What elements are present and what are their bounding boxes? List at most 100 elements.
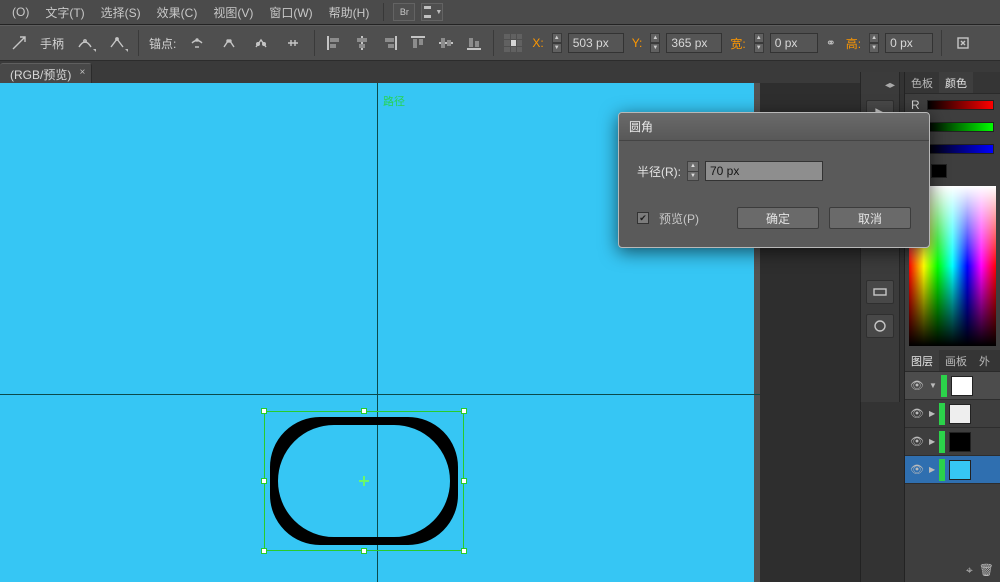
- trash-icon[interactable]: 🗑: [979, 563, 994, 578]
- layer-thumbnail: [949, 432, 971, 452]
- handle-top-left[interactable]: [261, 408, 267, 414]
- expand-arrows-icon: ◂▸: [885, 80, 895, 90]
- y-stepper[interactable]: ▲▼: [650, 33, 660, 53]
- radius-stepper[interactable]: ▲▼: [687, 161, 699, 181]
- handle-top-mid[interactable]: [361, 408, 367, 414]
- g-slider[interactable]: [927, 122, 994, 132]
- cancel-button[interactable]: 取消: [829, 207, 911, 229]
- link-wh-icon[interactable]: ⚭: [824, 34, 838, 52]
- align-bottom-icon[interactable]: [463, 33, 485, 53]
- layer-thumbnail: [949, 404, 971, 424]
- artboards-tab[interactable]: 画板: [939, 350, 973, 371]
- preview-checkbox[interactable]: ✔: [637, 212, 649, 224]
- handle-bottom-right[interactable]: [461, 548, 467, 554]
- dialog-titlebar[interactable]: 圆角: [619, 113, 929, 141]
- menu-select[interactable]: 选择(S): [93, 1, 149, 24]
- selected-shape[interactable]: [264, 411, 464, 551]
- dock-gradient-panel-icon[interactable]: [866, 280, 894, 304]
- b-slider[interactable]: [927, 144, 994, 154]
- height-field[interactable]: 0 px: [885, 33, 933, 53]
- x-stepper[interactable]: ▲▼: [552, 33, 562, 53]
- menu-window[interactable]: 窗口(W): [261, 1, 320, 24]
- align-hcenter-icon[interactable]: [351, 33, 373, 53]
- x-field[interactable]: 503 px: [568, 33, 624, 53]
- isolate-icon[interactable]: [950, 32, 976, 54]
- handle-mode-b[interactable]: [104, 32, 130, 54]
- menu-help[interactable]: 帮助(H): [321, 1, 378, 24]
- layer-row-2[interactable]: 👁 ▶: [905, 400, 1000, 428]
- h-stepper[interactable]: ▲▼: [869, 33, 879, 53]
- layer-footer-icons: ⌖ 🗑: [966, 563, 994, 578]
- align-top-icon[interactable]: [407, 33, 429, 53]
- align-right-icon[interactable]: [379, 33, 401, 53]
- handle-mode-a[interactable]: [72, 32, 98, 54]
- layer-row-4[interactable]: 👁 ▶: [905, 456, 1000, 484]
- visibility-toggle-icon[interactable]: 👁: [909, 434, 925, 450]
- menu-object[interactable]: (O): [4, 2, 37, 22]
- dialog-title-label: 圆角: [629, 118, 653, 135]
- menu-effect[interactable]: 效果(C): [149, 1, 206, 24]
- y-field[interactable]: 365 px: [666, 33, 722, 53]
- dock-expand-toggle[interactable]: ◂▸: [861, 80, 899, 90]
- handle-bottom-left[interactable]: [261, 548, 267, 554]
- layer-row-3[interactable]: 👁 ▶: [905, 428, 1000, 456]
- expand-layer-icon[interactable]: ▶: [929, 409, 935, 418]
- round-corners-dialog: 圆角 半径(R): ▲▼ 70 px ✔ 预览(P) 确定 取消: [618, 112, 930, 248]
- swatch-black[interactable]: [931, 164, 947, 178]
- menu-type[interactable]: 文字(T): [37, 1, 92, 24]
- document-tab[interactable]: (RGB/预览) ×: [0, 63, 92, 83]
- bridge-label: Br: [400, 7, 409, 17]
- visibility-toggle-icon[interactable]: 👁: [909, 378, 925, 394]
- anchor-join-icon[interactable]: [280, 32, 306, 54]
- align-left-icon[interactable]: [323, 33, 345, 53]
- layers-panel-tabs: 图层 画板 外: [905, 350, 1000, 372]
- layer-color-chip: [939, 403, 945, 425]
- expand-layer-icon[interactable]: ▼: [929, 381, 937, 390]
- anchor-cut-icon[interactable]: [248, 32, 274, 54]
- guide-horizontal[interactable]: [0, 394, 760, 395]
- y-label: Y:: [632, 36, 643, 50]
- close-tab-icon[interactable]: ×: [80, 67, 86, 78]
- document-tab-label: (RGB/预览): [10, 68, 71, 82]
- layer-color-chip: [939, 431, 945, 453]
- document-tab-strip: (RGB/预览) ×: [0, 61, 1000, 83]
- anchor-connect-icon[interactable]: [216, 32, 242, 54]
- w-stepper[interactable]: ▲▼: [754, 33, 764, 53]
- height-label: 高:: [846, 35, 861, 52]
- menu-view[interactable]: 视图(V): [205, 1, 261, 24]
- handle-bottom-mid[interactable]: [361, 548, 367, 554]
- anchor-remove-icon[interactable]: [184, 32, 210, 54]
- width-label: 宽:: [730, 35, 745, 52]
- center-point-icon: [361, 478, 367, 484]
- expand-layer-icon[interactable]: ▶: [929, 437, 935, 446]
- handle-label: 手柄: [38, 35, 66, 52]
- layers-tab[interactable]: 图层: [905, 350, 939, 371]
- color-tab[interactable]: 颜色: [939, 72, 973, 93]
- extra-tab[interactable]: 外: [973, 350, 996, 371]
- convert-anchor-icon[interactable]: [6, 32, 32, 54]
- handle-top-right[interactable]: [461, 408, 467, 414]
- visibility-toggle-icon[interactable]: 👁: [909, 462, 925, 478]
- divider: [383, 3, 384, 21]
- width-field[interactable]: 0 px: [770, 33, 818, 53]
- reference-point-grid[interactable]: [502, 32, 524, 54]
- arrange-documents-button[interactable]: ▼: [421, 3, 443, 21]
- layer-thumbnail: [949, 460, 971, 480]
- layer-row-1[interactable]: 👁 ▼: [905, 372, 1000, 400]
- bridge-button[interactable]: Br: [393, 3, 415, 21]
- align-vcenter-icon[interactable]: [435, 33, 457, 53]
- color-panel-tabs: 色板 颜色: [905, 72, 1000, 94]
- dropdown-caret-icon: ▼: [435, 9, 442, 16]
- r-slider[interactable]: [927, 100, 994, 110]
- radius-field[interactable]: 70 px: [705, 161, 823, 181]
- menu-bar: (O) 文字(T) 选择(S) 效果(C) 视图(V) 窗口(W) 帮助(H) …: [0, 0, 1000, 25]
- dock-transparency-panel-icon[interactable]: [866, 314, 894, 338]
- swatches-tab[interactable]: 色板: [905, 72, 939, 93]
- handle-mid-right[interactable]: [461, 478, 467, 484]
- ok-button[interactable]: 确定: [737, 207, 819, 229]
- radius-label: 半径(R):: [637, 163, 681, 180]
- handle-mid-left[interactable]: [261, 478, 267, 484]
- locate-layer-icon[interactable]: ⌖: [966, 563, 973, 578]
- visibility-toggle-icon[interactable]: 👁: [909, 406, 925, 422]
- expand-layer-icon[interactable]: ▶: [929, 465, 935, 474]
